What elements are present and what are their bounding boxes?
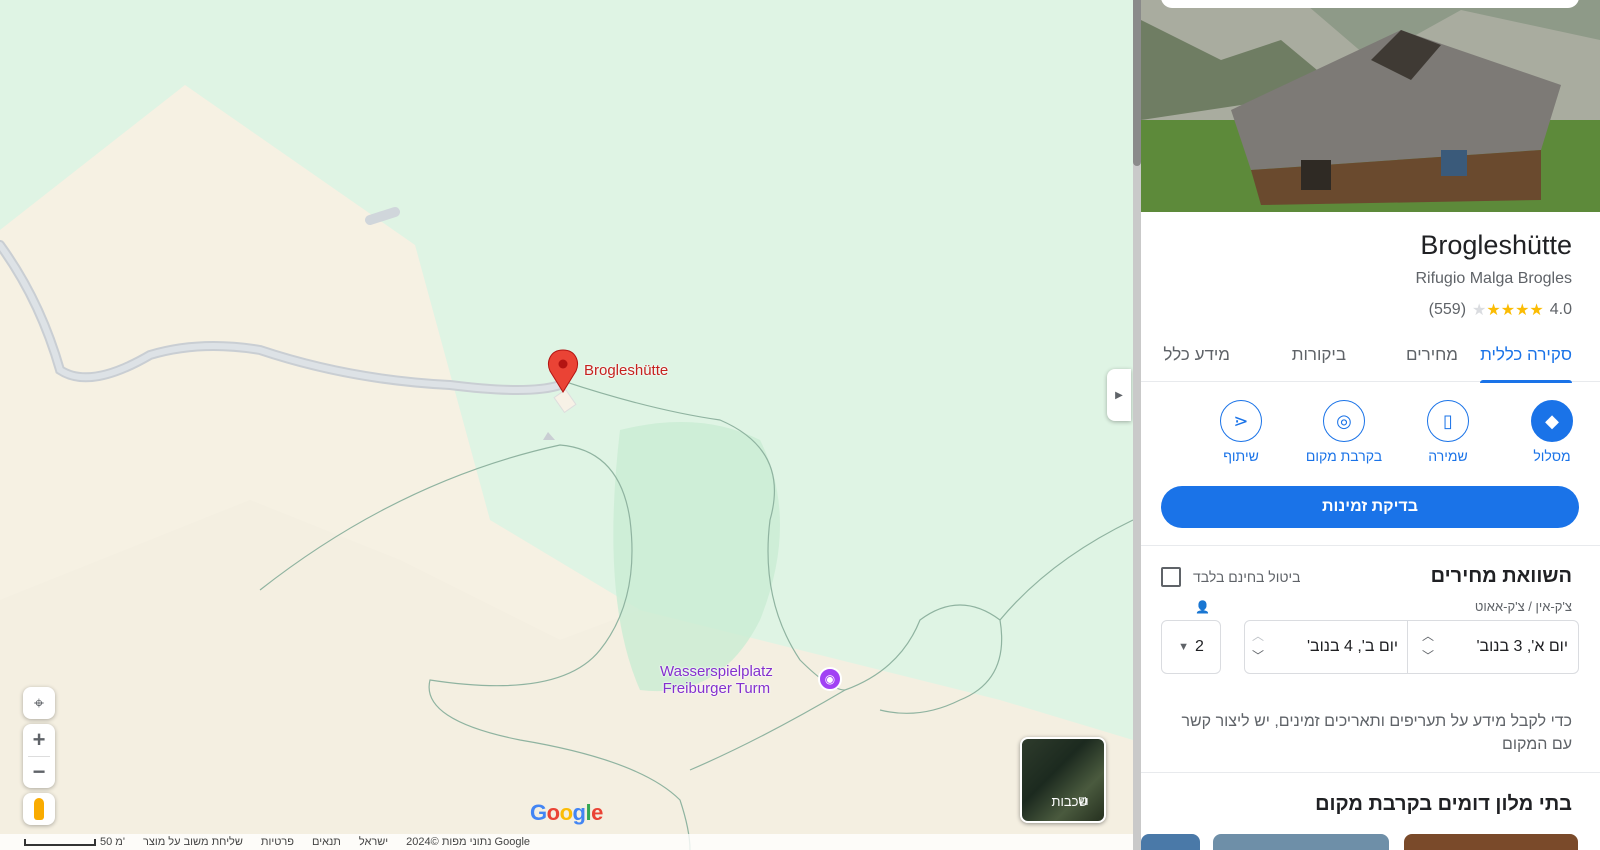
bookmark-icon: ▯ — [1427, 400, 1469, 442]
share-icon: ⋖ — [1220, 400, 1262, 442]
check-availability-button[interactable]: בדיקת זמינות — [1161, 486, 1579, 528]
nearby-label: בקרבת מקום — [1305, 448, 1383, 464]
save-button[interactable]: ▯ שמירה — [1403, 400, 1493, 464]
person-icon: 👤 — [1195, 600, 1210, 614]
place-title: Brogleshütte — [1420, 230, 1572, 260]
directions-label: מסלול — [1533, 448, 1571, 464]
place-photo[interactable] — [1141, 0, 1600, 212]
rating-value: 4.0 — [1549, 301, 1572, 318]
my-location-button[interactable]: ⌖ — [23, 687, 55, 719]
pegman-icon — [34, 798, 44, 820]
hotel-thumbnail[interactable] — [1213, 834, 1389, 850]
map-terrain — [0, 0, 1133, 850]
map-data-attribution: נתוני מפות ©2024 Google — [406, 836, 531, 848]
share-label: שיתוף — [1223, 448, 1259, 464]
check-out-stepper[interactable]: ︿ ﹀ — [1248, 626, 1268, 666]
layers-text: שכבות — [1051, 794, 1088, 809]
review-count[interactable]: (559) — [1429, 301, 1466, 319]
feedback-link[interactable]: שליחת משוב על מוצר — [143, 836, 243, 848]
share-button[interactable]: ⋖ שיתוף — [1196, 400, 1286, 464]
collapse-panel-button[interactable]: ▶ — [1107, 369, 1131, 421]
star-rating: ★★★★★ — [1472, 302, 1544, 319]
save-label: שמירה — [1428, 448, 1468, 464]
privacy-link[interactable]: פרטיות — [261, 836, 294, 848]
compare-prices-title: השוואת מחירים — [1430, 565, 1572, 587]
chevron-right-icon: ▶ — [1115, 389, 1123, 401]
map-footer: 50 מ' שליחת משוב על מוצר פרטיות תנאים יש… — [0, 834, 1133, 850]
camera-icon[interactable]: ◉ — [818, 667, 842, 691]
street-view-button[interactable] — [23, 793, 55, 825]
zoom-out-button[interactable]: − — [23, 756, 55, 788]
cabin-photo — [1141, 0, 1600, 212]
place-panel: Brogleshütte Rifugio Malga Brogles 4.0 ★… — [1141, 0, 1600, 850]
crosshair-icon: ⌖ — [33, 692, 45, 713]
scale-indicator[interactable]: 50 מ' — [24, 836, 125, 848]
free-cancel-checkbox[interactable]: ביטול בחינם בלבד — [1161, 567, 1301, 587]
check-in-date[interactable]: יום א', 3 בנוב' — [1476, 638, 1568, 656]
pin-label[interactable]: Brogleshütte — [584, 362, 668, 379]
contact-note: כדי לקבל מידע על תעריפים ותאריכים זמינים… — [1181, 713, 1572, 753]
poi-label[interactable]: Wasserspielplatz Freiburger Turm — [660, 663, 773, 697]
poi-label-line2: Freiburger Turm — [662, 680, 771, 697]
panel-scrollbar-thumb[interactable] — [1133, 0, 1141, 166]
rating-row[interactable]: 4.0 ★★★★★ (559) — [1429, 300, 1572, 320]
place-tabs: סקירה כללית מחירים ביקורות מידע כלל — [1141, 330, 1600, 383]
hotel-thumbnail[interactable] — [1141, 834, 1200, 850]
similar-hotels-carousel — [1141, 834, 1600, 850]
divider — [1141, 772, 1600, 773]
tab-prices[interactable]: מחירים — [1396, 330, 1458, 382]
divider — [1141, 545, 1600, 546]
scale-label: 50 מ' — [100, 836, 125, 848]
tab-overview[interactable]: סקירה כללית — [1480, 330, 1572, 383]
nearby-icon: ◎ — [1323, 400, 1365, 442]
directions-icon: ◆ — [1531, 400, 1573, 442]
poi-label-line1: Wasserspielplatz — [660, 663, 773, 680]
scale-bar — [24, 838, 96, 846]
layers-button[interactable]: ⧉ שכבות — [1020, 737, 1106, 823]
place-subtitle: Rifugio Malga Brogles — [1415, 270, 1572, 287]
checkbox-icon[interactable] — [1161, 567, 1181, 587]
action-buttons: ◆ מסלול ▯ שמירה ◎ בקרבת מקום ⋖ שיתוף — [1141, 400, 1600, 470]
guests-select[interactable]: ▼ 2 — [1161, 620, 1221, 674]
terms-link[interactable]: תנאים — [312, 836, 341, 848]
similar-hotels-title: בתי מלון דומים בקרבת מקום — [1315, 793, 1572, 815]
tab-about[interactable]: מידע כלל — [1150, 330, 1230, 382]
map-canvas[interactable]: Brogleshütte Wasserspielplatz Freiburger… — [0, 0, 1133, 850]
country-link[interactable]: ישראל — [359, 836, 388, 848]
nearby-button[interactable]: ◎ בקרבת מקום — [1299, 400, 1389, 464]
date-picker[interactable]: יום א', 3 בנוב' ︿ ﹀ יום ב', 4 בנוב' ︿ ﹀ — [1244, 620, 1579, 674]
check-out-date[interactable]: יום ב', 4 בנוב' — [1307, 638, 1398, 656]
hotel-thumbnail[interactable] — [1404, 834, 1578, 850]
date-divider — [1407, 621, 1408, 673]
guests-count: 2 — [1194, 638, 1204, 655]
check-in-stepper[interactable]: ︿ ﹀ — [1418, 626, 1438, 666]
free-cancel-label: ביטול בחינם בלבד — [1193, 569, 1301, 585]
tab-reviews[interactable]: ביקורות — [1282, 330, 1346, 382]
zoom-in-button[interactable]: + — [23, 724, 55, 756]
chevron-down-icon: ▼ — [1178, 641, 1189, 653]
dates-label: צ'ק-אין / צ'ק-אאוט — [1474, 599, 1572, 614]
directions-button[interactable]: ◆ מסלול — [1507, 400, 1597, 464]
zoom-controls: + − — [23, 724, 55, 788]
google-logo: Google — [530, 800, 603, 825]
